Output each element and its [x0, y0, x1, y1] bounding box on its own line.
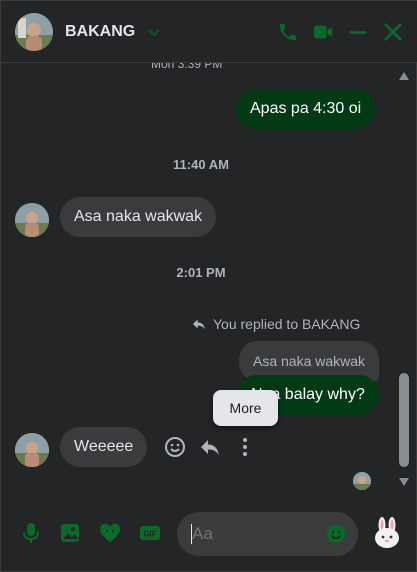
sender-avatar[interactable]: [15, 203, 49, 237]
video-icon[interactable]: [312, 21, 334, 43]
contact-name[interactable]: BAKANG: [65, 23, 135, 41]
reply-icon: [193, 319, 205, 330]
composer: GIF: [1, 501, 417, 572]
reply-notice-text: You replied to BAKANG: [213, 316, 361, 332]
message-input-box[interactable]: [177, 512, 358, 556]
chat-window: BAKANG Mon 3:39 PM Apas pa 4:30 oi 11:40…: [0, 0, 417, 572]
scrollbar-thumb[interactable]: [399, 373, 409, 467]
received-message[interactable]: Asa naka wakwak: [60, 197, 217, 237]
minimize-icon[interactable]: [347, 21, 369, 43]
received-message[interactable]: Weeeee: [60, 427, 148, 467]
more-tooltip: More: [213, 390, 278, 426]
image-icon[interactable]: [58, 521, 82, 545]
sticker-icon[interactable]: [98, 521, 122, 545]
sent-message[interactable]: Apas pa 4:30 oi: [236, 89, 376, 129]
gif-icon[interactable]: GIF: [138, 521, 162, 545]
timestamp: 11:40 AM: [173, 157, 229, 172]
sender-avatar[interactable]: [15, 433, 49, 467]
message-list[interactable]: Mon 3:39 PM Apas pa 4:30 oi 11:40 AM Asa…: [1, 63, 417, 493]
bunny-sticker-icon[interactable]: [372, 517, 402, 549]
seen-indicator-avatar: [353, 472, 371, 490]
svg-text:GIF: GIF: [143, 530, 156, 539]
scroll-up-icon[interactable]: [398, 71, 410, 81]
message-input[interactable]: [192, 524, 322, 544]
phone-icon[interactable]: [277, 21, 299, 43]
reply-notice: You replied to BAKANG: [191, 316, 360, 332]
scroll-down-icon[interactable]: [398, 477, 410, 487]
reply-icon[interactable]: [198, 435, 222, 459]
chat-header: BAKANG: [1, 1, 417, 63]
react-emoji-icon[interactable]: [163, 435, 187, 459]
more-options-icon[interactable]: [233, 435, 257, 459]
chevron-down-icon[interactable]: [147, 25, 161, 39]
timestamp: 2:01 PM: [176, 265, 226, 280]
emoji-icon[interactable]: [325, 523, 347, 545]
microphone-icon[interactable]: [19, 521, 43, 545]
close-icon[interactable]: [382, 21, 404, 43]
timestamp-cut: Mon 3:39 PM: [151, 63, 223, 71]
contact-avatar[interactable]: [15, 13, 53, 51]
